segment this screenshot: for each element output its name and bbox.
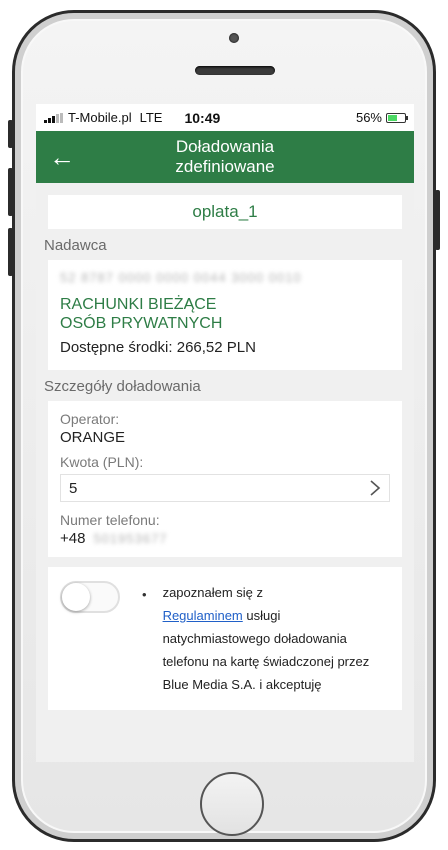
sender-section-label: Nadawca [44,237,107,254]
page-title-line2: zdefiniowane [175,157,275,176]
bullet: • [142,587,147,602]
sender-account-card: 52 8787 0000 0000 0044 3000 0010 RACHUNK… [48,260,402,370]
phone-label: Numer telefonu: [60,512,160,528]
page-title: Doładowania zdefiniowane [175,137,274,177]
power-button [435,190,440,250]
phone-number-row: +48 501953677 [60,530,390,547]
arrow-left-icon[interactable]: ← [48,143,76,171]
volume-up-button [8,168,13,216]
app-header: ← Doładowania zdefiniowane [36,131,414,183]
amount-selector[interactable]: 5 [60,474,390,502]
volume-down-button [8,228,13,276]
account-name-line2: OSÓB PRYWATNYCH [60,315,223,332]
account-number: 52 8787 0000 0000 0044 3000 0010 [60,270,302,285]
toggle-knob [62,583,90,611]
page-title-line1: Doładowania [175,137,275,156]
amount-label: Kwota (PLN): [60,454,144,470]
home-button[interactable] [200,772,264,836]
account-name-line1: RACHUNKI BIEŻĄCE [60,296,217,313]
carrier-name: T-Mobile.pl [68,110,132,125]
available-funds: Dostępne środki: 266,52 PLN [60,339,256,356]
consent-card: • zapoznałem się z Regulaminem usługi na… [48,567,402,710]
terms-link[interactable]: Regulaminem [163,608,243,623]
phone-prefix: +48 [60,530,86,547]
speaker-grille [195,66,275,75]
chevron-right-icon [370,480,381,496]
consent-text: zapoznałem się z Regulaminem usługi naty… [163,581,390,696]
consent-toggle[interactable] [60,581,120,613]
topup-name-card: oplata_1 [48,195,402,229]
mute-switch [8,120,13,148]
clock: 10:49 [184,109,221,126]
topup-name: oplata_1 [192,202,258,221]
operator-label: Operator: [60,411,120,427]
network-type: LTE [139,110,163,125]
operator-value: ORANGE [60,429,126,446]
front-camera [229,33,239,43]
phone-number: 501953677 [93,531,168,546]
account-name: RACHUNKI BIEŻĄCE OSÓB PRYWATNYCH [60,295,390,333]
main-content: oplata_1 Nadawca 52 8787 0000 0000 0044 … [36,183,414,710]
topup-details-card: Operator: ORANGE Kwota (PLN): 5 Numer te… [48,401,402,557]
details-section-label: Szczegóły doładowania [44,378,201,395]
consent-text-before: zapoznałem się z [162,585,264,600]
battery-icon [386,112,408,123]
battery-percent: 56% [355,110,382,125]
screen: T-Mobile.pl LTE 10:49 56% ← Doładowania … [36,104,414,762]
status-bar: T-Mobile.pl LTE 10:49 56% [36,104,414,131]
amount-value: 5 [69,479,78,497]
signal-icon [44,112,63,123]
